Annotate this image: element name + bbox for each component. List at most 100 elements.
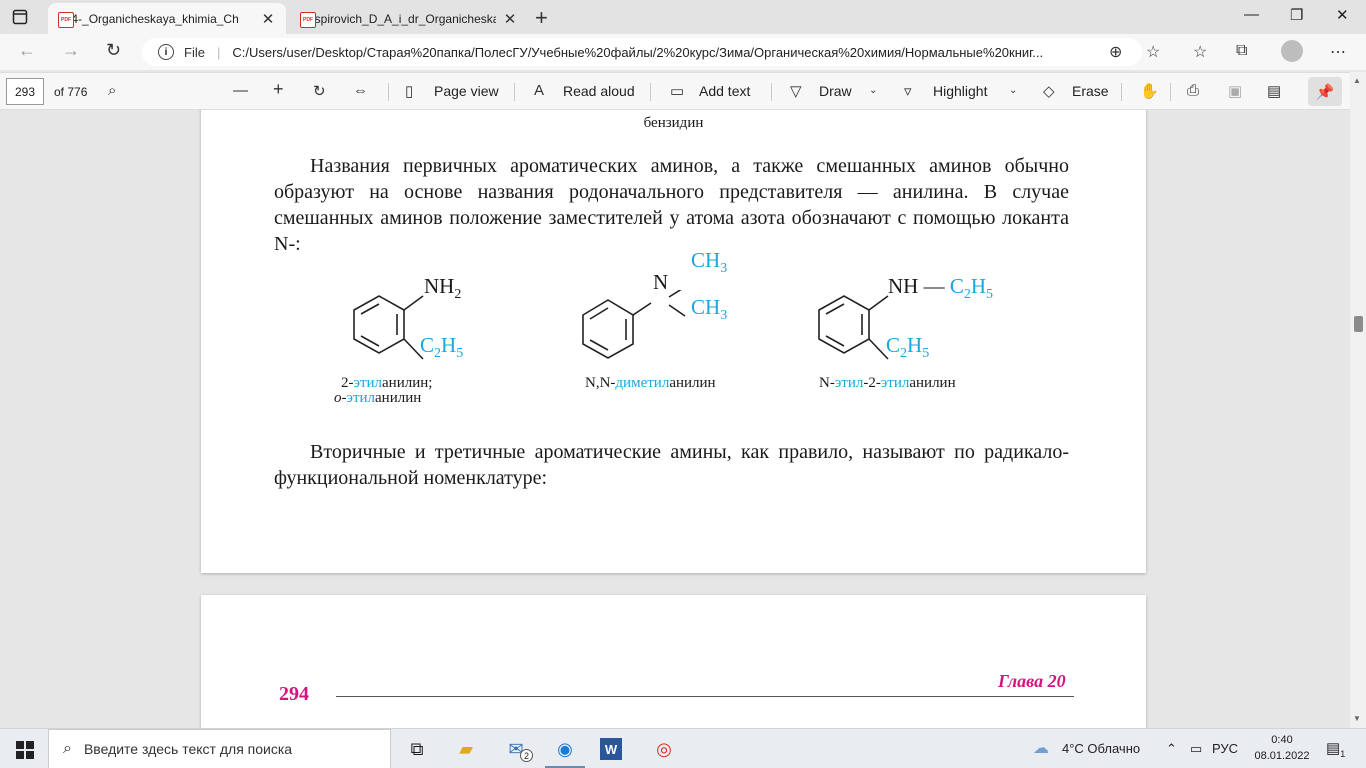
chapter-header: Глава 20: [998, 671, 1066, 691]
scroll-up-icon[interactable]: ▲: [1353, 76, 1361, 85]
add-favorite-icon[interactable]: ☆: [1146, 42, 1160, 62]
save-icon[interactable]: ▣: [1228, 82, 1242, 100]
pdf-page: бензидин Названия первичных ароматически…: [201, 110, 1146, 573]
mail-icon[interactable]: ✉ 2: [502, 735, 533, 763]
add-text-button[interactable]: Add text: [699, 83, 750, 99]
subscript: 2: [434, 346, 442, 362]
divider: [1170, 83, 1171, 101]
rotate-icon[interactable]: ↻: [313, 82, 326, 100]
zoom-out-icon[interactable]: —: [233, 82, 248, 99]
page-view-button[interactable]: Page view: [434, 83, 499, 99]
cloud-icon: ☁: [1033, 740, 1049, 757]
taskbar: ⌕ Введите здесь текст для поиска ⧉ ▰ ✉ 2 …: [0, 728, 1366, 768]
divider: [388, 83, 389, 101]
paragraph: Названия первичных ароматических аминов,…: [274, 153, 1069, 257]
forward-button[interactable]: →: [62, 40, 80, 61]
network-icon[interactable]: ▭: [1190, 741, 1202, 757]
address-field[interactable]: i File | C:/Users/user/Desktop/Старая%20…: [142, 38, 1142, 66]
page-number: 294: [279, 683, 309, 705]
document-viewport[interactable]: бензидин Названия первичных ароматически…: [0, 110, 1350, 728]
divider: [650, 83, 651, 101]
h-text: H: [970, 274, 987, 298]
touch-icon[interactable]: ✋: [1140, 82, 1159, 100]
zoom-in-icon[interactable]: +: [273, 79, 284, 100]
methyl-group-1: CH3: [691, 248, 727, 277]
notifications-icon[interactable]: ▤1: [1326, 739, 1345, 759]
methyl-group-2: CH3: [691, 295, 727, 324]
divider: [1121, 83, 1122, 101]
highlight-button[interactable]: Highlight: [933, 83, 987, 99]
new-tab-button[interactable]: +: [535, 5, 548, 31]
c-text: C: [886, 333, 901, 357]
label-highlight: этил: [346, 390, 376, 406]
subscript: 5: [456, 346, 464, 362]
refresh-button[interactable]: ↻: [106, 40, 121, 61]
chevron-down-icon[interactable]: ⌄: [869, 85, 877, 96]
language-indicator[interactable]: РУС: [1212, 741, 1238, 756]
fit-page-icon[interactable]: ⇔: [353, 82, 368, 99]
close-window-button[interactable]: ✕: [1336, 6, 1349, 24]
label-text: анилин: [375, 390, 422, 406]
weather-text[interactable]: 4°C Облачно: [1062, 741, 1140, 756]
tab-bar: PDF 304-_Organicheskaya_khimia_Ch ✕ PDF …: [0, 0, 1366, 34]
page-total: of 776: [54, 85, 88, 99]
scroll-thumb[interactable]: [1354, 316, 1363, 332]
label-text: 2-: [341, 375, 354, 391]
page-view-icon: ▯: [405, 83, 414, 100]
taskbar-search-input[interactable]: ⌕ Введите здесь текст для поиска: [48, 729, 391, 768]
windows-start-button[interactable]: [16, 741, 34, 759]
h-text: H: [441, 333, 457, 357]
zoom-icon[interactable]: ⊕: [1109, 42, 1122, 62]
minimize-button[interactable]: —: [1244, 6, 1259, 23]
structure-label-1-alt: о-этиланилин: [334, 390, 421, 407]
vertical-scrollbar[interactable]: ▲ ▼: [1350, 72, 1366, 728]
profile-avatar[interactable]: [1281, 40, 1303, 62]
c-text: C: [949, 274, 964, 298]
subscript: 5: [922, 346, 930, 362]
bond-dash: —: [923, 274, 945, 298]
label-highlight: диметил: [615, 375, 670, 391]
restore-button[interactable]: ❐: [1290, 6, 1303, 24]
label-text: N-: [819, 375, 835, 391]
info-icon[interactable]: i: [158, 44, 174, 60]
subscript: 2: [454, 287, 462, 303]
pdf-icon: PDF: [300, 12, 316, 28]
label-text: анилин;: [382, 375, 433, 391]
ch-text: CH: [691, 248, 721, 272]
file-explorer-icon[interactable]: ▰: [452, 735, 480, 763]
page-number-input[interactable]: 293: [6, 78, 44, 105]
collections-icon[interactable]: ⧉: [1236, 42, 1247, 60]
chevron-down-icon[interactable]: ⌄: [1009, 85, 1017, 96]
pdf-page: 294 Глава 20: [201, 595, 1146, 728]
paragraph-text: Вторичные и третичные ароматические амин…: [274, 441, 1069, 489]
clock-time: 0:40: [1271, 734, 1293, 746]
show-hidden-icons[interactable]: ⌃: [1166, 741, 1177, 757]
pdf-icon: PDF: [58, 12, 74, 28]
back-button[interactable]: ←: [18, 40, 36, 61]
word-icon[interactable]: W: [600, 738, 622, 760]
close-tab-icon[interactable]: ✕: [260, 10, 276, 28]
clock-date: 08.01.2022: [1254, 750, 1310, 762]
label-text: -2-: [863, 375, 881, 391]
print-icon[interactable]: ⎙: [1187, 82, 1199, 99]
read-aloud-button[interactable]: Read aloud: [563, 83, 635, 99]
settings-more-icon[interactable]: ⋯: [1330, 42, 1346, 62]
chrome-icon[interactable]: ◎: [650, 735, 678, 763]
nh-text: NH: [888, 274, 919, 298]
add-text-icon: ▭: [670, 83, 685, 100]
edge-icon[interactable]: ◉: [551, 735, 579, 763]
url-text[interactable]: C:/Users/user/Desktop/Старая%20папка/Пол…: [232, 45, 1112, 60]
draw-button[interactable]: Draw: [819, 83, 852, 99]
close-tab-icon[interactable]: ✕: [502, 10, 518, 28]
tab-kaspirovich[interactable]: PDF Kaspirovich_D_A_i_dr_Organicheskaya …: [290, 3, 528, 34]
pin-toolbar-button[interactable]: 📌: [1308, 77, 1342, 106]
tab-organic-chemistry[interactable]: PDF 304-_Organicheskaya_khimia_Ch ✕: [48, 3, 286, 34]
search-icon[interactable]: ⌕: [108, 82, 116, 99]
favorites-icon[interactable]: ☆: [1193, 42, 1207, 62]
save-as-icon[interactable]: ▤: [1267, 82, 1281, 100]
task-view-icon[interactable]: ⧉: [403, 735, 431, 763]
scroll-down-icon[interactable]: ▼: [1353, 714, 1361, 723]
clock[interactable]: 0:40 08.01.2022: [1252, 732, 1312, 764]
tab-actions-button[interactable]: [10, 7, 30, 27]
erase-button[interactable]: Erase: [1072, 83, 1109, 99]
